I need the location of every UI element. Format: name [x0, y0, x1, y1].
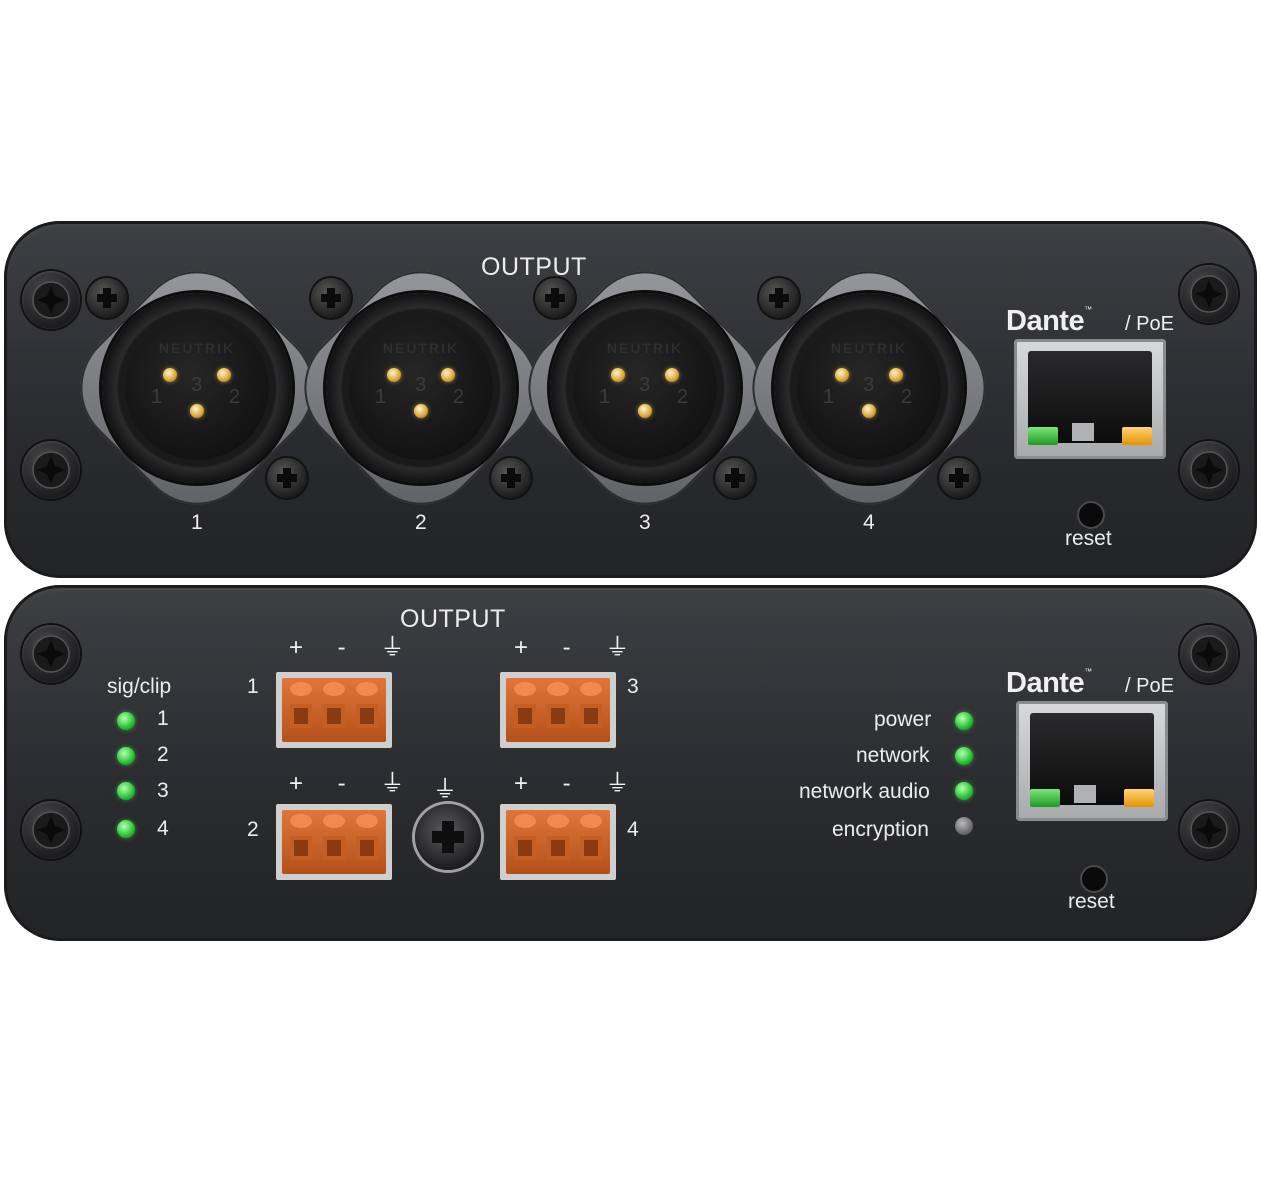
pin-icon [414, 404, 428, 418]
pin-icon [862, 404, 876, 418]
channel-led-label: 4 [157, 817, 169, 840]
xlr-connector-4[interactable]: NEUTRIK 1 3 2 [727, 246, 1011, 530]
pin-number: 1 [823, 386, 835, 408]
mounting-screw-icon [939, 458, 979, 498]
pin-icon [441, 368, 455, 382]
connector-number: 3 [639, 511, 651, 534]
sig-clip-label: sig/clip [107, 675, 172, 698]
terminal-output-panel: OUTPUT sig/clip 1 2 3 4 + - ⏚ + - ⏚ + - … [4, 585, 1257, 941]
ethernet-port[interactable] [1014, 339, 1166, 459]
sig-clip-led-4 [117, 820, 135, 838]
pin-number: 1 [151, 386, 163, 408]
sig-clip-led-1 [117, 712, 135, 730]
status-label-network: network [856, 744, 930, 767]
mounting-screw-icon [535, 278, 575, 318]
neutrik-brand: NEUTRIK [158, 340, 236, 356]
power-led [955, 712, 973, 730]
corner-screw-icon [1180, 801, 1238, 859]
corner-screw-icon [22, 271, 80, 329]
xlr-connector-1[interactable]: NEUTRIK 1 3 2 [55, 246, 339, 530]
mounting-screw-icon [759, 278, 799, 318]
chassis-ground-icon: ⏚ [433, 776, 457, 803]
pin-polarity-symbols: + - ⏚ [514, 770, 644, 797]
terminal-block-2[interactable] [276, 804, 392, 880]
xlr-connector-3[interactable]: NEUTRIK 1 3 2 [503, 246, 787, 530]
mounting-screw-icon [87, 278, 127, 318]
network-audio-led [955, 782, 973, 800]
pin-icon [387, 368, 401, 382]
pin-polarity-symbols: + - ⏚ [289, 634, 419, 661]
channel-led-label: 3 [157, 779, 169, 802]
link-led-icon [1028, 427, 1058, 445]
corner-screw-icon [1180, 441, 1238, 499]
mounting-screw-icon [311, 278, 351, 318]
network-led [955, 747, 973, 765]
pin-number: 2 [901, 386, 913, 408]
connector-number: 1 [191, 511, 203, 534]
corner-screw-icon [22, 625, 80, 683]
link-led-icon [1030, 789, 1060, 807]
corner-screw-icon [1180, 625, 1238, 683]
pin-icon [190, 404, 204, 418]
block-number: 2 [247, 818, 259, 841]
pin-icon [163, 368, 177, 382]
pin-number: 3 [639, 374, 651, 396]
pin-number: 2 [677, 386, 689, 408]
pin-icon [638, 404, 652, 418]
reset-label: reset [1068, 890, 1115, 913]
pin-icon [835, 368, 849, 382]
reset-button[interactable] [1082, 867, 1106, 891]
sig-clip-led-3 [117, 782, 135, 800]
pin-number: 3 [415, 374, 427, 396]
neutrik-brand: NEUTRIK [606, 340, 684, 356]
channel-led-label: 2 [157, 743, 169, 766]
corner-screw-icon [1180, 265, 1238, 323]
block-number: 3 [627, 675, 639, 698]
xlr-connector-2[interactable]: NEUTRIK 1 3 2 [279, 246, 563, 530]
pin-number: 3 [863, 374, 875, 396]
terminal-block-4[interactable] [500, 804, 616, 880]
pin-number: 1 [599, 386, 611, 408]
pin-icon [217, 368, 231, 382]
pin-number: 2 [229, 386, 241, 408]
terminal-block-1[interactable] [276, 672, 392, 748]
corner-screw-icon [22, 801, 80, 859]
block-number: 1 [247, 675, 259, 698]
pin-icon [889, 368, 903, 382]
xlr-output-panel: OUTPUT NEUTRIK 1 3 2 NEUTRIK 1 3 2 NEUTR… [4, 221, 1257, 578]
encryption-led [955, 817, 973, 835]
poe-label: / PoE [1125, 313, 1174, 335]
ground-screw-icon[interactable] [415, 804, 481, 870]
reset-button[interactable] [1079, 503, 1103, 527]
pin-polarity-symbols: + - ⏚ [289, 770, 419, 797]
ethernet-port[interactable] [1016, 701, 1168, 821]
corner-screw-icon [22, 441, 80, 499]
pin-icon [665, 368, 679, 382]
pin-number: 1 [375, 386, 387, 408]
block-number: 4 [627, 818, 639, 841]
activity-led-icon [1124, 789, 1154, 807]
status-label-encryption: encryption [832, 818, 929, 841]
connector-number: 2 [415, 511, 427, 534]
status-label-network-audio: network audio [799, 780, 930, 803]
pin-number: 3 [191, 374, 203, 396]
connector-number: 4 [863, 511, 875, 534]
pin-number: 2 [453, 386, 465, 408]
activity-led-icon [1122, 427, 1152, 445]
reset-label: reset [1065, 527, 1112, 550]
sig-clip-led-2 [117, 747, 135, 765]
neutrik-brand: NEUTRIK [382, 340, 460, 356]
neutrik-brand: NEUTRIK [830, 340, 908, 356]
pin-polarity-symbols: + - ⏚ [514, 634, 644, 661]
terminal-block-3[interactable] [500, 672, 616, 748]
status-label-power: power [874, 708, 932, 731]
channel-led-label: 1 [157, 707, 169, 730]
pin-icon [611, 368, 625, 382]
poe-label: / PoE [1125, 675, 1174, 697]
